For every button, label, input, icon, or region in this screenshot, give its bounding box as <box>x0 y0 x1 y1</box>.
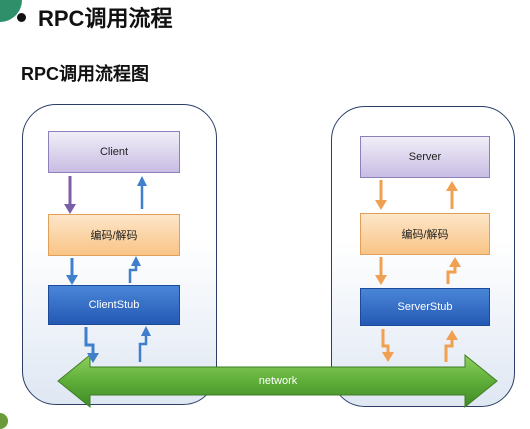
server-request-arrow-1-head <box>446 330 458 340</box>
client-response-arrow-2-head <box>131 256 141 266</box>
server-request-arrow-2 <box>446 265 457 284</box>
server-response-arrow-3 <box>381 329 390 355</box>
server-response-arrow-2-head <box>375 275 387 285</box>
server-request-arrow-1 <box>444 338 454 362</box>
client-request-arrow-2-head <box>66 275 78 285</box>
server-response-arrow-3-head <box>382 352 394 362</box>
diagram-arrows <box>57 176 498 409</box>
network-label: network <box>258 375 298 387</box>
client-request-arrow-1-head <box>64 204 76 214</box>
client-response-arrow-2 <box>128 264 138 283</box>
client-response-arrow-3 <box>138 334 148 362</box>
server-response-arrow-1-head <box>375 200 387 210</box>
client-request-arrow-3 <box>84 327 95 356</box>
server-request-arrow-3-head <box>446 181 458 191</box>
client-response-arrow-1-head <box>137 176 147 186</box>
client-response-arrow-3-head <box>141 326 151 336</box>
server-request-arrow-2-head <box>449 257 461 267</box>
